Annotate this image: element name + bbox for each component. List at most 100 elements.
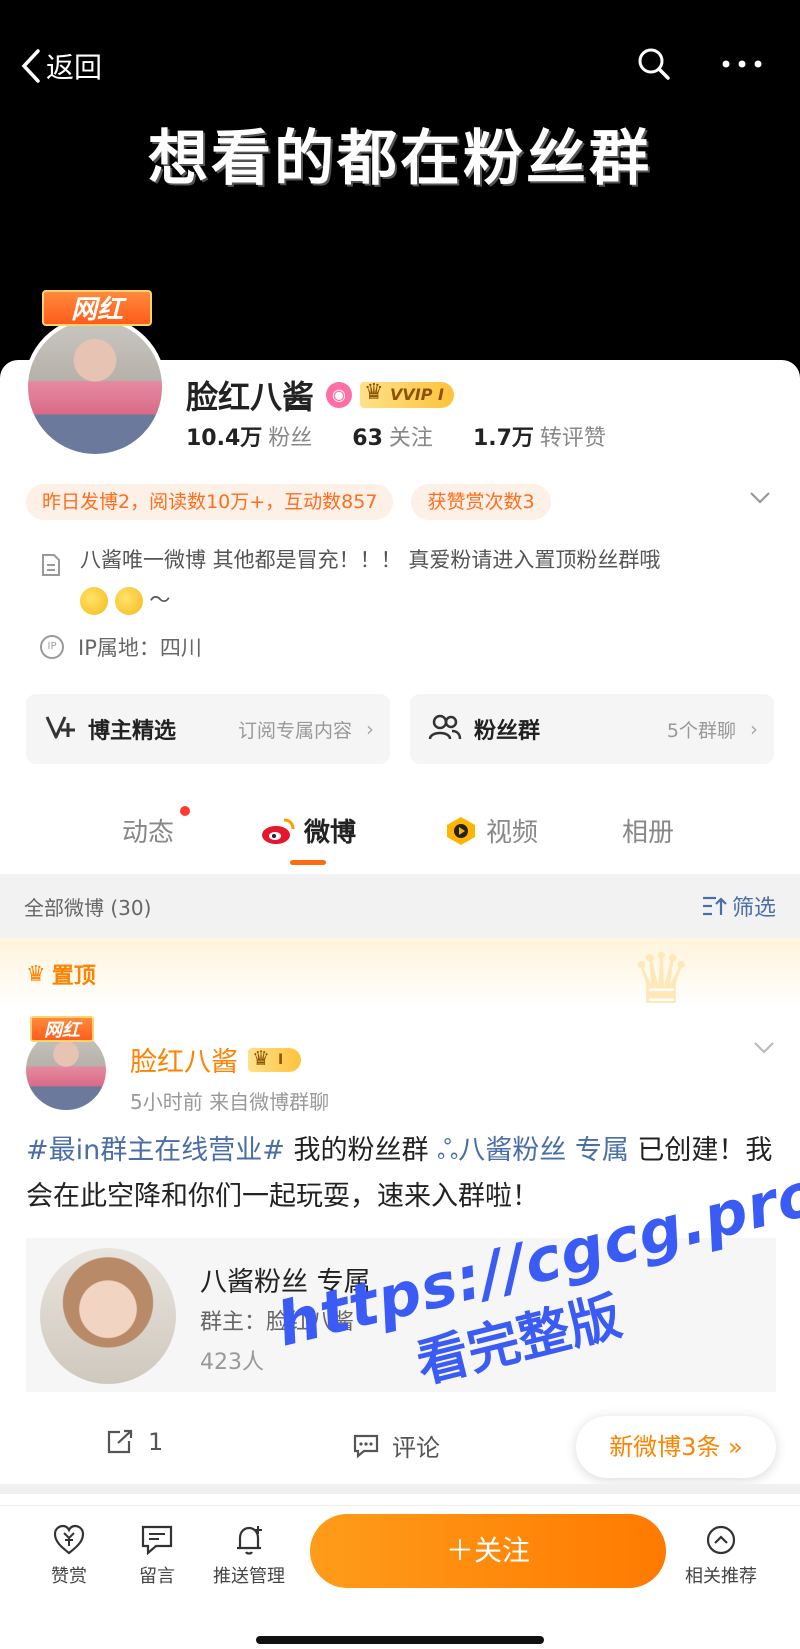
filter-label: 筛选 (731, 896, 776, 921)
message-label: 留言 (139, 1566, 175, 1587)
vip-badge[interactable]: VVIP I (360, 380, 454, 408)
profile-tags: 昨日发博2，阅读数10万+，互动数857 获赞赏次数3 (26, 484, 569, 520)
profile-name-row: 脸红八酱 ◉ VVIP I (186, 372, 454, 418)
video-icon (447, 816, 475, 845)
bio-text: 八酱唯一微博 其他都是冒充！！！ 真爱粉请进入置顶粉丝群哦 (80, 548, 661, 572)
group-icon (428, 713, 462, 745)
chat-icon (141, 1525, 173, 1556)
crown-decoration-icon: ♛ (630, 938, 693, 1020)
v-plus-icon (44, 713, 76, 745)
new-posts-label: 新微博3条 (609, 1433, 721, 1461)
push-settings-label: 推送管理 (213, 1566, 285, 1587)
activity-tag[interactable]: 昨日发博2，阅读数10万+，互动数857 (26, 484, 394, 520)
profile-bio: 八酱唯一微博 其他都是冒充！！！ 真爱粉请进入置顶粉丝群哦 ～ (40, 540, 760, 620)
ip-icon: IP (40, 635, 64, 659)
chevron-right-icon: › (750, 717, 758, 741)
tab-weibo-label: 微博 (304, 818, 357, 848)
chevron-right-icon: › (366, 717, 374, 741)
notification-dot (180, 806, 190, 816)
comment-button[interactable]: 评论 (352, 1428, 440, 1463)
back-label: 返回 (46, 51, 103, 84)
group-link[interactable]: ஃ八酱粉丝 专属 (437, 1135, 629, 1166)
post-author-name[interactable]: 脸红八酱 (130, 1040, 238, 1079)
group-link-icon: ஃ (437, 1135, 459, 1166)
tip-button[interactable]: 赞赏 (24, 1524, 114, 1588)
post-wanghong-badge: 网红 (30, 1016, 94, 1042)
blogger-picks-label: 博主精选 (88, 719, 177, 744)
stat-interactions[interactable]: 1.7万 转评赞 (473, 420, 606, 452)
tab-video[interactable]: 视频 (444, 812, 538, 849)
document-icon (40, 550, 62, 590)
tips-tag[interactable]: 获赞赏次数3 (411, 484, 551, 520)
stat-following[interactable]: 63 关注 (352, 420, 433, 452)
bell-icon (237, 1526, 262, 1555)
back-button[interactable]: 返回 (20, 46, 102, 86)
post-author-row: 脸红八酱 I (130, 1040, 302, 1079)
repost-count: 1 (148, 1428, 164, 1456)
blogger-picks-box[interactable]: 博主精选 订阅专属内容 › (26, 694, 390, 764)
related-recommend-button[interactable]: 相关推荐 (676, 1524, 766, 1588)
all-posts-count: 全部微博 (30) (24, 896, 152, 920)
related-recommend-label: 相关推荐 (685, 1566, 757, 1587)
tab-video-label: 视频 (486, 818, 539, 848)
profile-tabs: 动态 微博 视频 相册 (0, 800, 800, 860)
bio-emoji-row: ～ (80, 580, 760, 620)
comment-label: 评论 (392, 1434, 440, 1462)
group-link-label: 八酱粉丝 专属 (458, 1135, 629, 1166)
follow-button[interactable]: ＋关注 (310, 1514, 666, 1588)
ip-location: IP IP属地：四川 (40, 632, 202, 662)
bottom-bar: 赞赏 留言 推送管理 ＋关注 相关推荐 (0, 1505, 800, 1649)
fan-group-label: 粉丝群 (474, 719, 541, 744)
group-card[interactable]: 八酱粉丝 专属 群主：脸红八酱 423人 (26, 1238, 776, 1392)
profile-name: 脸红八酱 (186, 378, 315, 416)
post-text: #最in群主在线营业# 我的粉丝群 ஃ八酱粉丝 专属 已创建！我会在此空降和你们… (26, 1128, 776, 1220)
home-indicator[interactable] (256, 1636, 544, 1644)
filter-button[interactable]: 筛选 (702, 890, 776, 922)
group-owner: 群主：脸红八酱 (200, 1310, 355, 1335)
pinned-bar: ♛ 置顶 ♛ (0, 938, 800, 1020)
tip-label: 赞赏 (51, 1566, 87, 1587)
comment-icon (353, 1434, 379, 1458)
tab-dynamics[interactable]: 动态 (122, 812, 174, 849)
weibo-logo-icon (262, 818, 295, 844)
tab-album[interactable]: 相册 (622, 812, 674, 849)
stat-followers[interactable]: 10.4万 粉丝 (186, 420, 312, 452)
chevron-up-circle-icon (706, 1525, 736, 1555)
post-vip-badge[interactable]: I (248, 1046, 302, 1072)
push-settings-button[interactable]: 推送管理 (204, 1524, 294, 1588)
post-text-part1: 我的粉丝群 (284, 1135, 438, 1166)
banner-title: 想看的都在粉丝群 (148, 124, 652, 194)
crown-icon: ♛ (26, 961, 46, 987)
group-member-count: 423人 (200, 1350, 264, 1375)
new-posts-button[interactable]: 新微博3条 » (576, 1416, 776, 1478)
tab-active-indicator (290, 860, 326, 865)
pinned-label: 置顶 (51, 964, 96, 989)
tab-weibo[interactable]: 微博 (260, 812, 356, 849)
pinned-label-row: ♛ 置顶 (26, 958, 96, 990)
section-divider (0, 1484, 800, 1494)
repost-icon (107, 1429, 133, 1454)
post-hashtag[interactable]: #最in群主在线营业# (26, 1135, 285, 1166)
fan-group-sub: 5个群聊 (666, 719, 736, 742)
ip-text: IP属地：四川 (78, 636, 202, 660)
double-chevron-down-icon: » (728, 1433, 743, 1461)
search-icon[interactable] (636, 46, 672, 86)
more-options-icon[interactable] (720, 46, 764, 86)
group-avatar (40, 1248, 176, 1384)
chevron-down-icon[interactable] (752, 1040, 776, 1060)
profile-avatar[interactable] (24, 316, 166, 458)
chevron-left-icon (21, 49, 40, 83)
verified-icon: ◉ (326, 382, 353, 408)
filter-icon (702, 896, 727, 916)
post-meta: 5小时前 来自微博群聊 (130, 1090, 330, 1114)
top-nav: 返回 (0, 40, 800, 90)
repost-button[interactable]: 1 (106, 1428, 163, 1456)
bio-suffix: ～ (149, 588, 171, 612)
filter-bar: 全部微博 (30) 筛选 (0, 874, 800, 938)
wanghong-badge: 网红 (42, 290, 152, 326)
blogger-picks-sub: 订阅专属内容 (237, 719, 352, 742)
chevron-down-icon[interactable] (748, 490, 772, 510)
message-button[interactable]: 留言 (112, 1524, 202, 1588)
fan-group-box[interactable]: 粉丝群 5个群聊 › (410, 694, 774, 764)
group-name: 八酱粉丝 专属 (200, 1267, 371, 1298)
